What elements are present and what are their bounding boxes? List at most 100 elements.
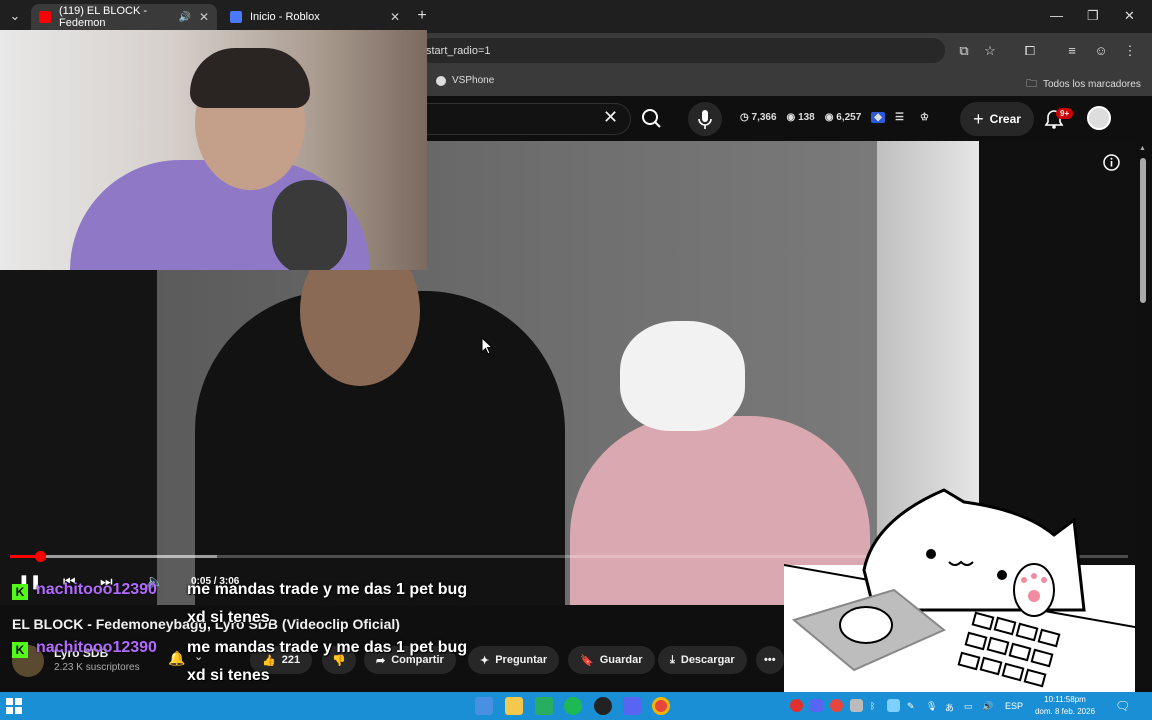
tray-network-icon[interactable] (887, 699, 900, 712)
chrome-icon[interactable] (652, 697, 670, 715)
clock-time: 10:11:58pm (1044, 695, 1086, 704)
voice-search-icon[interactable] (688, 102, 722, 136)
menu-kebab-icon[interactable]: ⋮ (1121, 42, 1139, 60)
tab-close-icon[interactable]: ✕ (390, 10, 400, 24)
store-icon[interactable] (475, 697, 493, 715)
extension-stats: ◷ 7,366 ◉ 138 ◉ 6,257 ◆ ☰ ♔ (740, 112, 929, 123)
eye-icon: ◉ (824, 112, 834, 123)
file-explorer-icon[interactable] (505, 697, 523, 715)
chat-username: nachitooo12390 (36, 581, 157, 598)
spotify-icon[interactable] (564, 697, 582, 715)
close-window-icon[interactable]: ✕ (1124, 8, 1135, 24)
chat-text: me mandas trade y me das 1 pet bug xd si… (187, 581, 468, 626)
ask-button[interactable]: ✦ Preguntar (468, 646, 560, 674)
bluetooth-icon[interactable]: ᛒ (870, 701, 875, 711)
tab-close-icon[interactable]: ✕ (199, 10, 209, 24)
all-bookmarks-folder[interactable]: 🗀 Todos los marcadores (1026, 75, 1141, 94)
scroll-up-icon[interactable]: ▲ (1139, 145, 1146, 152)
tab-roblox[interactable]: Inicio - Roblox ✕ (222, 4, 408, 30)
address-text: start_radio=1 (426, 44, 491, 57)
obs-icon[interactable] (594, 697, 612, 715)
extension-badge-icon[interactable]: ◆ (871, 112, 885, 123)
bookmark-icon: 🔖 (580, 654, 594, 667)
notepad-icon[interactable] (535, 697, 553, 715)
clear-search-icon[interactable]: ✕ (603, 107, 618, 128)
bookmark-star-icon[interactable]: ☆ (981, 42, 999, 60)
stat-item: ◉ 6,257 (824, 112, 862, 123)
tray-chrome-icon[interactable] (830, 699, 843, 712)
tab-title: Inicio - Roblox (250, 11, 320, 23)
scrollbar-thumb[interactable] (1140, 158, 1146, 303)
tray-app-icon[interactable] (790, 699, 803, 712)
video-person-white-cap (620, 321, 745, 431)
tray-discord-icon[interactable] (810, 699, 823, 712)
notifications-center-icon[interactable]: 🗨 (1115, 699, 1130, 713)
stat-item: ◷ 7,366 (740, 112, 777, 123)
tab-youtube[interactable]: (119) EL BLOCK - Fedemon 🔊 ✕ (31, 4, 217, 30)
chat-username: nachitooo12390 (36, 639, 157, 656)
download-icon: ⤓ (670, 653, 675, 666)
clock-icon: ◷ (740, 112, 749, 123)
kick-icon: K (12, 642, 28, 658)
chat-message: Knachitooo12390 me mandas trade y me das… (12, 581, 467, 626)
list-icon[interactable]: ☰ (895, 112, 904, 123)
youtube-favicon-icon (39, 11, 51, 23)
clock[interactable]: 10:11:58pm dom. 8 feb. 2026 (1030, 694, 1100, 718)
webcam-overlay (0, 30, 427, 270)
folder-icon: 🗀 (1026, 78, 1037, 90)
bookmark-vsphone[interactable]: VSPhone (436, 75, 494, 86)
tray-display-icon[interactable] (850, 699, 863, 712)
mouse-cursor-icon (481, 337, 493, 355)
tab-bar: ⌄ (119) EL BLOCK - Fedemon 🔊 ✕ Inicio - … (0, 0, 1152, 33)
more-horizontal-icon: ••• (764, 654, 776, 666)
roblox-favicon-icon (230, 11, 242, 23)
search-input[interactable] (427, 103, 631, 135)
bookmark-label: VSPhone (452, 75, 495, 86)
minimize-icon[interactable]: — (1050, 8, 1063, 23)
webcam-hair (190, 48, 310, 108)
chat-text: me mandas trade y me das 1 pet bug xd si… (187, 639, 468, 684)
trophy-icon[interactable]: ♔ (920, 112, 929, 123)
windows-start-icon[interactable] (6, 698, 22, 714)
taskbar: ᛒ ✎ 🎙 あ ▭ 🔊 ESP 10:11:58pm dom. 8 feb. 2… (0, 692, 1152, 720)
microphone-icon[interactable]: 🎙 (926, 701, 937, 712)
webcam-microphone (272, 180, 347, 270)
media-control-icon[interactable]: ≡ (1063, 42, 1081, 60)
subscriber-count: 2.23 K suscriptores (54, 662, 140, 673)
account-avatar[interactable] (1087, 106, 1111, 130)
network-icon[interactable]: ▭ (964, 701, 973, 712)
info-icon[interactable] (1103, 154, 1120, 171)
eye-icon: ◉ (786, 112, 796, 123)
extensions-icon[interactable]: ⧠ (1021, 42, 1039, 60)
restore-icon[interactable]: ❐ (1087, 8, 1099, 24)
address-bar[interactable]: start_radio=1 (420, 38, 945, 63)
bookmark-folder-label: Todos los marcadores (1043, 79, 1141, 90)
subscribed-bell-icon[interactable]: 🔔 (168, 650, 185, 667)
create-button[interactable]: + Crear (960, 102, 1034, 136)
discord-icon[interactable] (623, 697, 641, 715)
stat-item: ◉ 138 (786, 112, 815, 123)
clock-date: dom. 8 feb. 2026 (1034, 707, 1096, 716)
vsphone-icon (436, 75, 446, 86)
more-actions-button[interactable]: ••• (756, 646, 784, 674)
speaker-tray-icon[interactable]: 🔊 (982, 701, 993, 712)
new-tab-icon[interactable]: + (413, 7, 431, 25)
pen-icon[interactable]: ✎ (907, 701, 915, 712)
sparkle-icon: ✦ (480, 654, 490, 667)
tab-search-chevron-icon[interactable]: ⌄ (6, 7, 24, 25)
tab-title: (119) EL BLOCK - Fedemon (59, 5, 148, 29)
install-app-icon[interactable]: ⧉ (955, 42, 973, 60)
screen: ⌄ (119) EL BLOCK - Fedemon 🔊 ✕ Inicio - … (0, 0, 1152, 720)
save-button[interactable]: 🔖 Guardar (568, 646, 655, 674)
ime-icon[interactable]: あ (945, 701, 954, 714)
search-icon[interactable] (632, 103, 672, 135)
notifications-badge: 9+ (1056, 108, 1074, 119)
download-button[interactable]: ⤓ Descargar (658, 646, 747, 674)
profile-icon[interactable]: ☺ (1092, 42, 1110, 60)
language-indicator[interactable]: ESP (1005, 701, 1023, 711)
kick-icon: K (12, 584, 28, 600)
speaker-icon[interactable]: 🔊 (178, 12, 190, 23)
page-scrollbar[interactable]: ▲ (1135, 141, 1152, 692)
bongo-cat-overlay (784, 488, 1152, 692)
chat-message: Knachitooo12390 me mandas trade y me das… (12, 639, 467, 684)
